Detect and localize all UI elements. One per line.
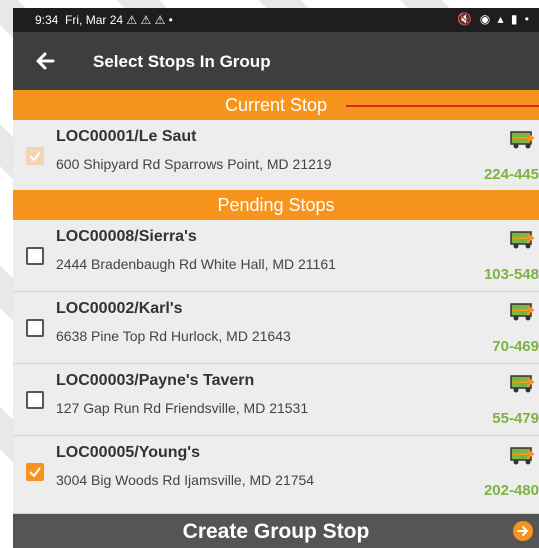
status-icons: 🔇 ◉ ▴ ▮ • bbox=[457, 12, 531, 26]
pending-stop-row[interactable]: LOC00003/Payne's Tavern 127 Gap Run Rd F… bbox=[13, 364, 539, 436]
truck-icon bbox=[509, 372, 539, 394]
stop-checkbox[interactable] bbox=[26, 463, 44, 481]
current-stop-row[interactable]: LOC00001/Le Saut 600 Shipyard Rd Sparrow… bbox=[13, 120, 539, 191]
stop-address: 600 Shipyard Rd Sparrows Point, MD 21219 bbox=[56, 156, 332, 172]
stop-name: LOC00001/Le Saut bbox=[56, 128, 197, 145]
arrow-right-circle-icon bbox=[513, 521, 533, 541]
status-time: 9:34 Fri, Mar 24 ⚠ ⚠ ⚠ • bbox=[35, 13, 173, 27]
stop-number: 224-445 bbox=[483, 166, 539, 183]
create-group-stop-button[interactable]: Create Group Stop bbox=[13, 514, 539, 548]
stop-address: 2444 Bradenbaugh Rd White Hall, MD 21161 bbox=[56, 256, 336, 272]
current-stop-indicator-line bbox=[346, 105, 539, 107]
truck-icon bbox=[509, 300, 539, 322]
pending-stop-row[interactable]: LOC00005/Young's 3004 Big Woods Rd Ijams… bbox=[13, 436, 539, 514]
app-bar: Select Stops In Group bbox=[13, 32, 539, 90]
stop-name: LOC00002/Karl's bbox=[56, 300, 183, 317]
stop-number: 70-469 bbox=[492, 338, 539, 355]
stop-number: 55-479 bbox=[492, 410, 539, 427]
current-stop-checkbox bbox=[26, 147, 44, 165]
truck-icon bbox=[509, 444, 539, 466]
stop-checkbox[interactable] bbox=[26, 319, 44, 337]
stop-address: 3004 Big Woods Rd Ijamsville, MD 21754 bbox=[56, 472, 315, 488]
current-stop-header: Current Stop bbox=[13, 90, 539, 120]
stop-checkbox[interactable] bbox=[26, 391, 44, 409]
stop-name: LOC00003/Payne's Tavern bbox=[56, 372, 255, 389]
pending-stop-row[interactable]: LOC00008/Sierra's 2444 Bradenbaugh Rd Wh… bbox=[13, 220, 539, 292]
pending-stops-header: Pending Stops bbox=[13, 190, 539, 220]
pending-stops-header-label: Pending Stops bbox=[217, 195, 335, 215]
truck-icon bbox=[509, 228, 539, 250]
stop-name: LOC00005/Young's bbox=[56, 444, 200, 461]
back-arrow-icon[interactable] bbox=[31, 46, 61, 76]
device-screen: 9:34 Fri, Mar 24 ⚠ ⚠ ⚠ • 🔇 ◉ ▴ ▮ • Selec… bbox=[13, 8, 539, 548]
stop-address: 6638 Pine Top Rd Hurlock, MD 21643 bbox=[56, 328, 291, 344]
pending-stop-row[interactable]: LOC00002/Karl's 6638 Pine Top Rd Hurlock… bbox=[13, 292, 539, 364]
stop-checkbox[interactable] bbox=[26, 247, 44, 265]
stop-number: 103-548 bbox=[483, 266, 539, 283]
stop-address: 127 Gap Run Rd Friendsville, MD 21531 bbox=[56, 400, 309, 416]
page-title: Select Stops In Group bbox=[93, 52, 271, 71]
create-group-stop-label: Create Group Stop bbox=[182, 520, 370, 543]
status-bar: 9:34 Fri, Mar 24 ⚠ ⚠ ⚠ • 🔇 ◉ ▴ ▮ • bbox=[13, 8, 539, 32]
truck-icon bbox=[509, 128, 539, 150]
stop-name: LOC00008/Sierra's bbox=[56, 228, 197, 245]
current-stop-header-label: Current Stop bbox=[224, 95, 328, 115]
stop-number: 202-480 bbox=[483, 482, 539, 499]
